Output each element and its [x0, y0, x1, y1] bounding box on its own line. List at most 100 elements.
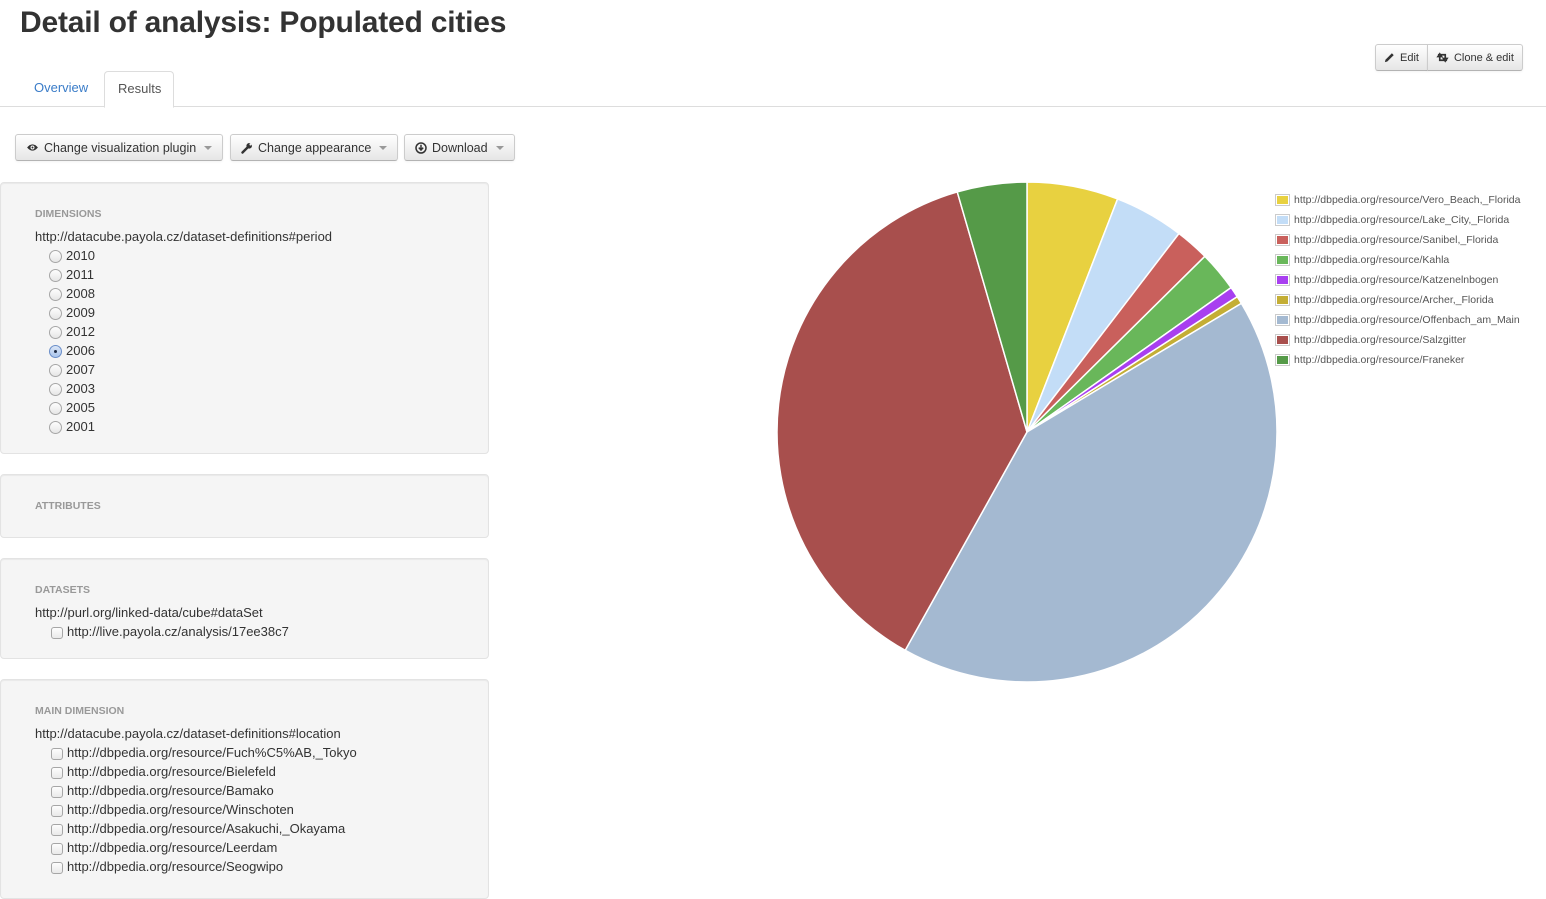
pencil-icon — [1384, 52, 1395, 63]
legend-item[interactable]: http://dbpedia.org/resource/Lake_City,_F… — [1275, 210, 1520, 230]
legend-label: http://dbpedia.org/resource/Archer,_Flor… — [1294, 294, 1494, 306]
download-circle-icon — [415, 141, 427, 154]
period-option[interactable]: 2006 — [35, 341, 454, 360]
option-label: 2003 — [66, 381, 95, 396]
wrench-icon — [241, 142, 253, 154]
legend-label: http://dbpedia.org/resource/Salzgitter — [1294, 334, 1467, 346]
datasets-panel: DATASETS http://purl.org/linked-data/cub… — [0, 558, 489, 659]
option-label: 2007 — [66, 362, 95, 377]
option-label: http://dbpedia.org/resource/Fuch%C5%AB,_… — [67, 745, 357, 760]
edit-button[interactable]: Edit — [1375, 44, 1428, 71]
change-appearance-button[interactable]: Change appearance — [230, 134, 399, 161]
change-plugin-label: Change visualization plugin — [44, 140, 197, 155]
period-option[interactable]: 2009 — [35, 303, 454, 322]
location-option[interactable]: http://dbpedia.org/resource/Bielefeld — [35, 762, 454, 781]
legend-swatch — [1275, 294, 1290, 306]
checkbox[interactable] — [51, 785, 63, 798]
chevron-down-icon — [204, 145, 213, 150]
dimensions-panel: DIMENSIONS http://datacube.payola.cz/dat… — [0, 182, 489, 454]
attributes-panel: ATTRIBUTES — [0, 474, 489, 538]
clone-edit-label: Clone & edit — [1453, 51, 1514, 64]
change-plugin-button[interactable]: Change visualization plugin — [15, 134, 224, 161]
option-label: 2001 — [66, 419, 95, 434]
legend-item[interactable]: http://dbpedia.org/resource/Offenbach_am… — [1275, 310, 1520, 330]
option-label: 2008 — [66, 286, 95, 301]
location-option[interactable]: http://dbpedia.org/resource/Winschoten — [35, 800, 454, 819]
location-option[interactable]: http://dbpedia.org/resource/Asakuchi,_Ok… — [35, 819, 454, 838]
page-title: Detail of analysis: Populated cities — [20, 6, 507, 39]
legend-item[interactable]: http://dbpedia.org/resource/Archer,_Flor… — [1275, 290, 1520, 310]
checkbox[interactable] — [51, 823, 63, 836]
radio-button[interactable] — [49, 402, 62, 415]
legend-item[interactable]: http://dbpedia.org/resource/Katzenelnbog… — [1275, 270, 1520, 290]
legend-item[interactable]: http://dbpedia.org/resource/Vero_Beach,_… — [1275, 190, 1520, 210]
period-options: 2010 2011 2008 2009 2012 2006 2007 2003 … — [35, 246, 454, 436]
legend-item[interactable]: http://dbpedia.org/resource/Sanibel,_Flo… — [1275, 230, 1520, 250]
period-option[interactable]: 2001 — [35, 417, 454, 436]
radio-button[interactable] — [49, 383, 62, 396]
location-option[interactable]: http://dbpedia.org/resource/Seogwipo — [35, 857, 454, 876]
legend-label: http://dbpedia.org/resource/Sanibel,_Flo… — [1294, 234, 1499, 246]
legend-label: http://dbpedia.org/resource/Kahla — [1294, 254, 1450, 266]
period-option[interactable]: 2011 — [35, 265, 454, 284]
period-option[interactable]: 2010 — [35, 246, 454, 265]
analysis-actions: Edit Clone & edit — [1375, 44, 1523, 71]
location-option[interactable]: http://dbpedia.org/resource/Bamako — [35, 781, 454, 800]
checkbox[interactable] — [51, 842, 63, 855]
main-dimension-panel: MAIN DIMENSION http://datacube.payola.cz… — [0, 679, 489, 899]
legend-item[interactable]: http://dbpedia.org/resource/Franeker — [1275, 350, 1520, 370]
location-option[interactable]: http://dbpedia.org/resource/Fuch%C5%AB,_… — [35, 743, 454, 762]
legend-swatch — [1275, 314, 1290, 326]
legend-swatch — [1275, 234, 1290, 246]
radio-button[interactable] — [49, 326, 62, 339]
radio-button[interactable] — [49, 307, 62, 320]
checkbox[interactable] — [51, 861, 63, 874]
option-label: 2010 — [66, 248, 95, 263]
period-option[interactable]: 2012 — [35, 322, 454, 341]
retweet-icon — [1436, 52, 1449, 63]
option-label: 2005 — [66, 400, 95, 415]
datasets-uri: http://purl.org/linked-data/cube#dataSet — [35, 605, 263, 620]
option-label: http://dbpedia.org/resource/Seogwipo — [67, 859, 284, 874]
checkbox[interactable] — [51, 626, 63, 639]
period-option[interactable]: 2008 — [35, 284, 454, 303]
radio-button[interactable] — [49, 250, 62, 263]
location-option[interactable]: http://dbpedia.org/resource/Leerdam — [35, 838, 454, 857]
radio-button[interactable] — [49, 288, 62, 301]
clone-edit-button[interactable]: Clone & edit — [1426, 44, 1523, 71]
period-option[interactable]: 2003 — [35, 379, 454, 398]
option-label: 2011 — [66, 267, 94, 282]
eye-icon — [26, 143, 39, 152]
download-button[interactable]: Download — [404, 134, 515, 161]
legend-item[interactable]: http://dbpedia.org/resource/Salzgitter — [1275, 330, 1520, 350]
period-option[interactable]: 2007 — [35, 360, 454, 379]
main-dimension-uri: http://datacube.payola.cz/dataset-defini… — [35, 726, 341, 741]
attributes-heading: ATTRIBUTES — [35, 500, 101, 512]
period-option[interactable]: 2005 — [35, 398, 454, 417]
legend-swatch — [1275, 354, 1290, 366]
option-label: http://dbpedia.org/resource/Asakuchi,_Ok… — [67, 821, 346, 836]
option-label: 2006 — [66, 343, 95, 358]
radio-button[interactable] — [49, 269, 62, 282]
checkbox[interactable] — [51, 747, 63, 760]
tab-results[interactable]: Results — [104, 71, 174, 108]
chart-legend: http://dbpedia.org/resource/Vero_Beach,_… — [1275, 190, 1520, 370]
legend-swatch — [1275, 194, 1290, 206]
legend-swatch — [1275, 254, 1290, 266]
legend-item[interactable]: http://dbpedia.org/resource/Kahla — [1275, 250, 1520, 270]
main-dimension-heading: MAIN DIMENSION — [35, 705, 125, 717]
radio-button[interactable] — [49, 421, 62, 434]
download-label: Download — [432, 140, 488, 155]
option-label: http://dbpedia.org/resource/Leerdam — [67, 840, 278, 855]
dataset-option[interactable]: http://live.payola.cz/analysis/17ee38c7 — [35, 622, 454, 641]
edit-label: Edit — [1400, 51, 1419, 64]
checkbox[interactable] — [51, 804, 63, 817]
radio-button[interactable] — [49, 345, 62, 358]
datasets-heading: DATASETS — [35, 584, 91, 596]
checkbox[interactable] — [51, 766, 63, 779]
legend-swatch — [1275, 214, 1290, 226]
radio-button[interactable] — [49, 364, 62, 377]
tab-bar: Overview Results — [0, 71, 1546, 108]
tab-overview[interactable]: Overview — [21, 71, 101, 107]
option-label: http://dbpedia.org/resource/Bielefeld — [67, 764, 276, 779]
